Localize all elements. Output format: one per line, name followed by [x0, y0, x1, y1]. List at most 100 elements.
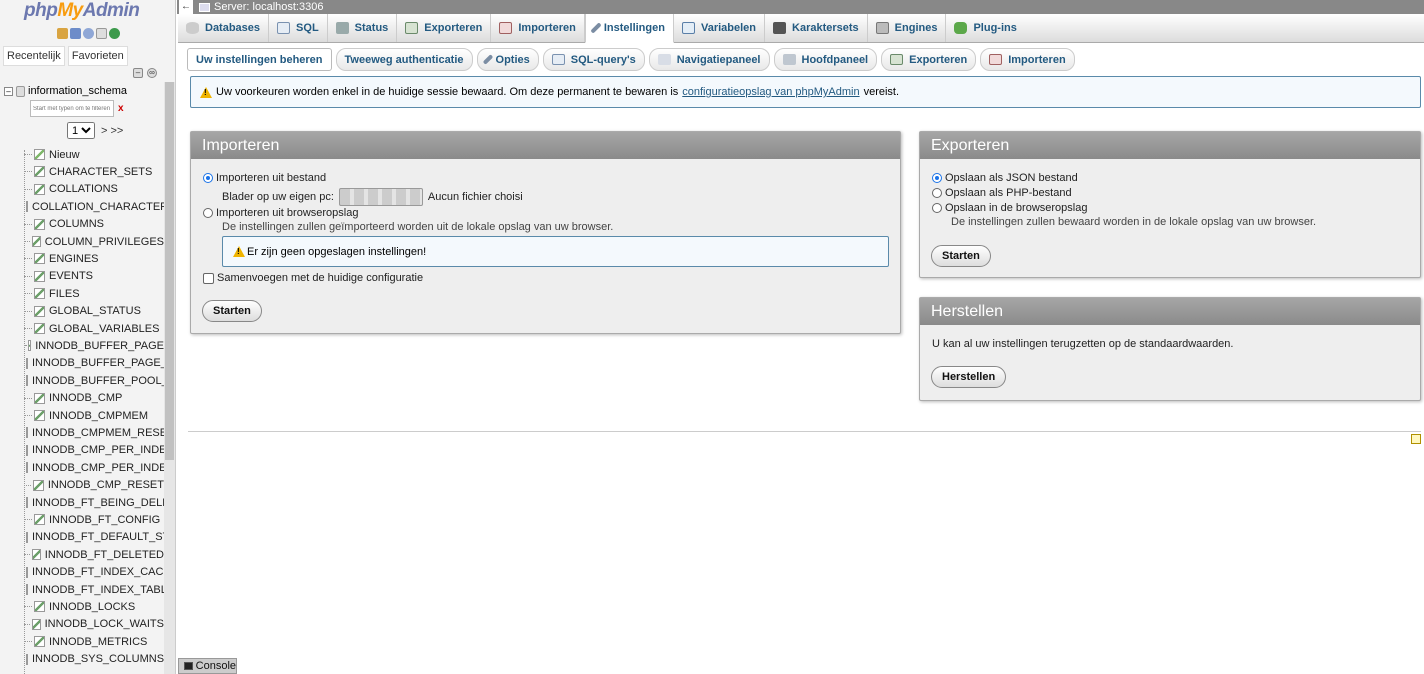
page-select[interactable]: 1 [67, 122, 95, 139]
tab-settings[interactable]: Instellingen [584, 14, 674, 43]
export-php-option[interactable]: Opslaan als PHP-bestand [932, 187, 1072, 199]
table-icon[interactable] [26, 531, 28, 543]
import-from-file-option[interactable]: Importeren uit bestand [203, 172, 326, 184]
table-item[interactable]: INNODB_FT_DEFAULT_STOPWORD [24, 529, 164, 546]
table-item[interactable]: COLUMNS [24, 216, 164, 233]
table-item[interactable]: INNODB_FT_DELETED [24, 546, 164, 563]
table-name[interactable]: INNODB_FT_CONFIG [49, 514, 160, 526]
subtab-import[interactable]: Importeren [980, 48, 1075, 71]
table-icon[interactable] [34, 218, 45, 230]
table-name[interactable]: INNODB_CMP_RESET [48, 479, 164, 491]
docs-icon[interactable] [96, 28, 107, 39]
table-name[interactable]: INNODB_LOCKS [49, 601, 135, 613]
export-json-option[interactable]: Opslaan als JSON bestand [932, 172, 1078, 184]
table-item[interactable]: INNODB_BUFFER_PAGE_LRU [24, 355, 164, 372]
table-icon[interactable] [34, 601, 45, 613]
import-from-browser-option[interactable]: Importeren uit browseropslag [203, 207, 358, 219]
table-item[interactable]: INNODB_CMP_PER_INDEX_RESET [24, 459, 164, 476]
table-name[interactable]: INNODB_CMP [49, 392, 122, 404]
table-name[interactable]: INNODB_SYS_COLUMNS [32, 653, 164, 665]
table-icon[interactable] [26, 497, 28, 508]
table-icon[interactable] [34, 636, 45, 648]
table-name[interactable]: GLOBAL_VARIABLES [49, 323, 159, 335]
tab-variables[interactable]: Variabelen [674, 14, 766, 42]
table-name[interactable]: COLUMN_PRIVILEGES [45, 236, 164, 248]
import-submit-button[interactable]: Starten [202, 300, 262, 322]
subtab-main-panel[interactable]: Hoofdpaneel [773, 48, 878, 71]
table-item[interactable]: COLLATION_CHARACTER_SET_APPLICABILITY [24, 198, 164, 215]
merge-checkbox[interactable] [203, 272, 214, 284]
table-icon[interactable] [26, 653, 28, 665]
table-item[interactable]: INNODB_SYS_COLUMNS [24, 651, 164, 668]
clear-filter-icon[interactable]: x [118, 103, 124, 114]
table-item[interactable]: FILES [24, 285, 164, 302]
file-browse-button[interactable] [338, 188, 423, 206]
help-icon[interactable] [83, 28, 94, 39]
table-name[interactable]: ENGINES [49, 253, 99, 265]
tab-import[interactable]: Importeren [491, 14, 585, 42]
scrollbar-thumb[interactable] [165, 82, 174, 460]
table-icon[interactable] [27, 340, 32, 352]
table-icon[interactable] [34, 392, 45, 404]
table-icon[interactable] [32, 549, 41, 561]
page-related-settings-icon[interactable] [1411, 434, 1421, 444]
table-name[interactable]: INNODB_BUFFER_PAGE_LRU [32, 357, 164, 369]
table-item[interactable]: GLOBAL_VARIABLES [24, 320, 164, 337]
table-icon[interactable] [26, 357, 28, 369]
table-icon[interactable] [26, 462, 28, 474]
import-file-radio[interactable] [203, 173, 213, 183]
link-icon[interactable]: ∞ [147, 68, 157, 78]
tab-recent[interactable]: Recentelijk [3, 46, 65, 66]
table-icon[interactable] [34, 323, 45, 334]
table-name[interactable]: INNODB_BUFFER_PAGE [35, 340, 164, 352]
table-name[interactable]: INNODB_FT_BEING_DELETED [32, 497, 164, 509]
collapse-icon[interactable]: – [4, 86, 13, 96]
table-icon[interactable] [33, 479, 44, 491]
table-item[interactable]: INNODB_LOCK_WAITS [24, 616, 164, 633]
export-php-radio[interactable] [932, 188, 942, 198]
console-toggle[interactable]: Console [178, 658, 237, 674]
table-name[interactable]: FILES [49, 288, 80, 300]
table-icon[interactable] [31, 618, 41, 630]
table-name[interactable]: INNODB_CMPMEM_RESET [32, 427, 164, 439]
table-item[interactable]: INNODB_FT_INDEX_TABLE [24, 581, 164, 598]
table-item[interactable]: INNODB_CMP_RESET [24, 477, 164, 494]
new-table-item[interactable]: Nieuw [24, 146, 164, 163]
table-name[interactable]: INNODB_LOCK_WAITS [45, 618, 164, 630]
export-json-radio[interactable] [932, 173, 942, 183]
table-item[interactable]: INNODB_BUFFER_POOL_STATS [24, 372, 164, 389]
subtab-sql-queries[interactable]: SQL-query's [542, 48, 645, 71]
tab-status[interactable]: Status [328, 14, 398, 42]
table-item[interactable]: INNODB_METRICS [24, 633, 164, 650]
nav-scrollbar[interactable] [164, 82, 175, 674]
table-icon[interactable] [34, 253, 45, 265]
export-browser-radio[interactable] [932, 203, 942, 213]
subtab-features[interactable]: Opties [476, 48, 539, 71]
table-icon[interactable] [26, 584, 28, 595]
table-item[interactable]: INNODB_FT_CONFIG [24, 511, 164, 528]
table-name[interactable]: COLLATION_CHARACTER_SET_APPLICABILITY [32, 201, 164, 213]
filter-input[interactable] [30, 100, 114, 117]
table-item[interactable]: INNODB_LOCKS [24, 598, 164, 615]
table-name[interactable]: INNODB_FT_DEFAULT_STOPWORD [32, 531, 164, 543]
tab-engines[interactable]: Engines [868, 14, 947, 42]
import-browser-radio[interactable] [203, 208, 213, 218]
table-item[interactable]: ENGINES [24, 250, 164, 267]
table-icon[interactable] [26, 427, 28, 439]
table-item[interactable]: COLLATIONS [24, 181, 164, 198]
tab-databases[interactable]: Databases [178, 14, 270, 42]
table-icon[interactable] [34, 183, 45, 195]
collapse-all-icon[interactable]: – [133, 68, 143, 78]
table-item[interactable]: EVENTS [24, 268, 164, 285]
table-name[interactable]: INNODB_CMPMEM [49, 410, 148, 422]
db-information-schema[interactable]: – information_schema [4, 85, 127, 97]
table-icon[interactable] [32, 236, 41, 247]
table-item[interactable]: INNODB_CMPMEM [24, 407, 164, 424]
table-name[interactable]: INNODB_CMP_PER_INDEX_RESET [32, 462, 164, 474]
table-item[interactable]: INNODB_FT_INDEX_CACHE [24, 564, 164, 581]
collapse-nav-icon[interactable]: ← [179, 0, 193, 14]
tab-charsets[interactable]: Karaktersets [765, 14, 868, 42]
new-table-icon[interactable] [34, 149, 45, 160]
subtab-manage[interactable]: Uw instellingen beheren [187, 48, 332, 71]
export-submit-button[interactable]: Starten [931, 245, 991, 267]
